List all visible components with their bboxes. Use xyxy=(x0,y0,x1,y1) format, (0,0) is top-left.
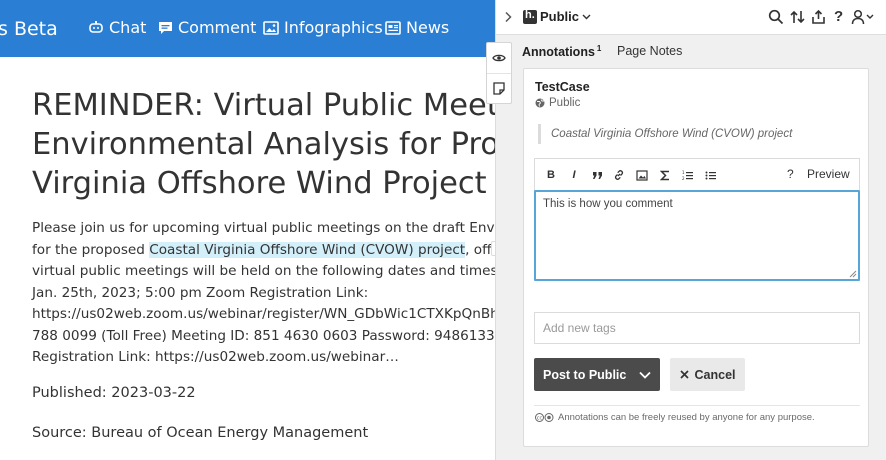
user-icon xyxy=(851,9,874,25)
top-navigation-bar: s Beta Chat Comment Infographics News xyxy=(0,0,496,57)
annotation-visibility: Public xyxy=(535,97,580,109)
annotation-sidebar: Public ? Annotations1 Page Notes TestCas… xyxy=(486,0,886,460)
article-body-line: https://us02web.zoom.us/webinar/register… xyxy=(32,306,496,322)
tab-page-notes[interactable]: Page Notes xyxy=(617,44,682,58)
bullet-list-button[interactable] xyxy=(703,167,719,183)
nav-chat[interactable]: Chat xyxy=(88,18,146,37)
article-body-line: Registration Link: https://us02web.zoom.… xyxy=(32,349,399,365)
annotation-author[interactable]: TestCase xyxy=(535,80,590,94)
annotation-text-editor[interactable]: This is how you comment xyxy=(534,190,860,281)
nav-infographics-label: Infographics xyxy=(284,18,383,37)
svg-text:2: 2 xyxy=(682,176,685,181)
sidebar-tabs: Annotations 1 Page Notes xyxy=(496,35,886,67)
sidebar-toolbar: Public ? xyxy=(496,0,886,35)
brand-name[interactable]: s Beta xyxy=(0,18,58,40)
post-options-dropdown[interactable] xyxy=(630,358,660,391)
markdown-toolbar: B I 12 ? Preview xyxy=(534,158,860,190)
article-title-line: Virginia Offshore Wind Project xyxy=(32,166,487,201)
bullet-list-icon xyxy=(705,171,716,179)
annotation-quote: Coastal Virginia Offshore Wind (CVOW) pr… xyxy=(538,124,858,144)
new-page-note-button[interactable] xyxy=(487,73,511,103)
divider xyxy=(534,405,860,406)
post-button-label: Post to Public xyxy=(543,367,627,382)
chevron-down-icon xyxy=(582,14,591,19)
news-icon xyxy=(385,20,401,35)
cancel-button-label: Cancel xyxy=(694,367,736,382)
preview-button[interactable]: Preview xyxy=(807,167,850,181)
user-menu-button[interactable] xyxy=(851,9,875,30)
chat-icon xyxy=(89,20,103,33)
article-title: REMINDER: Virtual Public Meetings Enviro… xyxy=(32,86,496,203)
numbered-list-button[interactable]: 12 xyxy=(680,167,696,183)
math-button[interactable] xyxy=(657,167,673,183)
nav-chat-label: Chat xyxy=(109,18,147,37)
sort-icon xyxy=(790,10,805,24)
link-icon xyxy=(614,170,624,180)
creative-commons-icon[interactable]: cc xyxy=(535,413,554,422)
comment-icon xyxy=(159,21,172,34)
share-button[interactable] xyxy=(811,9,826,30)
numbered-list-icon: 12 xyxy=(682,170,693,181)
image-button[interactable] xyxy=(634,167,650,183)
annotation-card: TestCase Public Coastal Virginia Offshor… xyxy=(523,68,869,447)
annotation-highlight[interactable]: Coastal Virginia Offshore Wind (CVOW) pr… xyxy=(149,241,466,258)
article-body-line: 788 0099 (Toll Free) Meeting ID: 851 463… xyxy=(32,327,496,344)
annotations-count: 1 xyxy=(596,44,602,53)
article-source: Source: Bureau of Ocean Energy Managemen… xyxy=(32,425,369,441)
close-icon xyxy=(679,370,689,379)
published-date: Published: 2023-03-22 xyxy=(32,385,196,401)
sigma-icon xyxy=(660,170,669,180)
chevron-right-icon xyxy=(505,11,512,23)
globe-icon xyxy=(535,98,545,108)
hypothesis-logo-icon[interactable] xyxy=(523,9,537,24)
search-button[interactable] xyxy=(768,9,784,30)
share-icon xyxy=(812,9,825,24)
post-to-public-button[interactable]: Post to Public xyxy=(534,358,660,391)
image-icon xyxy=(636,169,648,181)
link-button[interactable] xyxy=(611,167,627,183)
article-body-line: virtual public meetings will be held on … xyxy=(32,263,496,279)
nav-comment-label: Comment xyxy=(178,18,257,37)
sort-button[interactable] xyxy=(790,9,805,30)
body-text: for the proposed xyxy=(32,241,150,258)
group-selector[interactable]: Public xyxy=(540,9,591,24)
tab-annotations-label: Annotations xyxy=(522,45,595,60)
license-text: Annotations can be freely reused by anyo… xyxy=(558,412,815,423)
article-title-line: REMINDER: Virtual Public Meetings xyxy=(32,88,496,123)
collapse-sidebar-button[interactable] xyxy=(504,10,512,28)
article-body-line: Jan. 25th, 2023; 5:00 pm Zoom Registrati… xyxy=(32,284,369,301)
quote-button[interactable] xyxy=(589,167,605,183)
markdown-help-button[interactable]: ? xyxy=(787,167,794,181)
article-title-line: Environmental Analysis for Propos xyxy=(32,127,496,162)
search-icon xyxy=(768,9,784,25)
tab-annotations[interactable]: Annotations 1 xyxy=(522,44,601,59)
tags-input[interactable] xyxy=(534,312,860,344)
image-icon xyxy=(263,20,279,35)
license-notice: cc Annotations can be freely reused by a… xyxy=(535,412,815,423)
article-body-line: for the proposed Coastal Virginia Offsho… xyxy=(32,240,496,262)
nav-comment[interactable]: Comment xyxy=(158,18,256,37)
italic-button[interactable]: I xyxy=(566,167,582,183)
quote-icon xyxy=(592,171,602,179)
cancel-button[interactable]: Cancel xyxy=(670,358,745,391)
note-icon xyxy=(493,82,505,95)
chevron-down-icon xyxy=(639,371,651,379)
svg-text:1: 1 xyxy=(682,170,685,175)
nav-news[interactable]: News xyxy=(385,18,449,37)
visibility-label: Public xyxy=(549,97,581,109)
help-icon[interactable]: ? xyxy=(834,8,843,25)
article-page: s Beta Chat Comment Infographics News RE… xyxy=(0,0,496,460)
nav-news-label: News xyxy=(406,18,450,37)
article-body: Please join us for upcoming virtual publ… xyxy=(32,218,496,369)
resize-grip-icon[interactable] xyxy=(849,270,857,278)
nav-infographics[interactable]: Infographics xyxy=(263,18,383,37)
article-body-line: Please join us for upcoming virtual publ… xyxy=(32,220,496,236)
bold-button[interactable]: B xyxy=(543,167,559,183)
svg-text:cc: cc xyxy=(537,416,543,422)
group-name: Public xyxy=(540,9,580,24)
